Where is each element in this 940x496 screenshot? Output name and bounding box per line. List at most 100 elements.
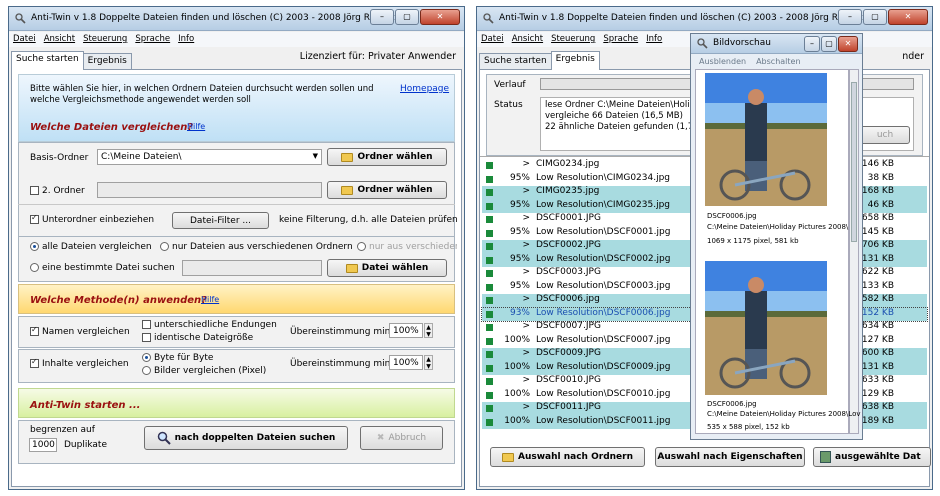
section-title-dateien: Welche Dateien vergleichen? xyxy=(30,122,194,133)
homepage-link[interactable]: Homepage xyxy=(400,84,449,94)
radio-different-folders[interactable]: nur Dateien aus verschiedenen Ordnern xyxy=(160,242,353,252)
preview-title-bar[interactable]: Bildvorschau – ▢ ✕ xyxy=(691,34,862,54)
filter-status-text: keine Filterung, d.h. alle Dateien prüfe… xyxy=(279,215,458,225)
file-name: DSCF0010.JPG xyxy=(536,375,601,385)
basis-folder-select[interactable]: C:\Meine Dateien\ ▼ xyxy=(97,149,322,165)
preview-photo-2 xyxy=(705,261,827,395)
status-marker-icon xyxy=(486,324,493,331)
tab-suche-starten[interactable]: Suche starten xyxy=(479,53,552,70)
scrollbar-thumb[interactable] xyxy=(851,82,857,242)
status-marker-icon xyxy=(486,351,493,358)
menu-ansicht[interactable]: Ansicht xyxy=(44,32,75,47)
checkbox-box xyxy=(142,333,151,342)
radio-dot xyxy=(357,242,366,251)
status-marker-icon xyxy=(486,216,493,223)
maximize-button[interactable]: ▢ xyxy=(821,36,837,52)
identical-size-checkbox[interactable]: identische Dateigröße xyxy=(142,333,253,343)
different-extensions-checkbox[interactable]: unterschiedliche Endungen xyxy=(142,320,277,330)
second-folder-input[interactable] xyxy=(97,182,322,198)
menu-steuerung[interactable]: Steuerung xyxy=(551,32,595,47)
radio-single-file[interactable]: eine bestimmte Datei suchen xyxy=(30,263,175,273)
file-filter-label: Datei-Filter ... xyxy=(190,215,251,226)
status-marker-icon xyxy=(486,283,493,291)
title-bar[interactable]: Anti-Twin v 1.8 Doppelte Dateien finden … xyxy=(477,7,932,31)
menu-datei[interactable]: Datei xyxy=(13,32,36,47)
match-percent: > xyxy=(522,375,530,385)
dropdown-arrow-icon: ▼ xyxy=(312,152,318,160)
close-button[interactable]: ✕ xyxy=(888,9,928,25)
match-percent-names[interactable]: 100% xyxy=(389,323,423,338)
file-name: Low Resolution\DSCF0009.jpg xyxy=(536,361,671,372)
folder-icon xyxy=(345,263,358,273)
menu-steuerung[interactable]: Steuerung xyxy=(83,32,127,47)
radio-byte[interactable]: Byte für Byte xyxy=(142,353,213,363)
compare-names-checkbox[interactable]: Namen vergleichen xyxy=(30,325,130,337)
tab-suche-starten[interactable]: Suche starten xyxy=(11,51,84,70)
close-button[interactable]: ✕ xyxy=(420,9,460,25)
limit-input[interactable]: 1000 xyxy=(29,438,57,452)
menu-ausblenden[interactable]: Ausblenden xyxy=(699,55,746,68)
match-label-content: Übereinstimmung min. xyxy=(290,359,394,369)
single-file-input[interactable] xyxy=(182,260,322,276)
choose-folder-button[interactable]: Ordner wählen xyxy=(327,148,447,166)
menu-info[interactable]: Info xyxy=(646,32,662,47)
status-marker-icon xyxy=(486,337,493,345)
file-name: Low Resolution\CIMG0234.jpg xyxy=(536,172,671,183)
abort-label: Abbruch xyxy=(388,433,427,443)
close-button[interactable]: ✕ xyxy=(838,36,858,52)
preview-scrollbar[interactable] xyxy=(849,69,859,434)
folder-icon xyxy=(502,452,514,462)
radio-dot xyxy=(142,366,151,375)
title-bar[interactable]: Anti-Twin v 1.8 Doppelte Dateien finden … xyxy=(9,7,464,31)
minimize-button[interactable]: – xyxy=(838,9,862,25)
tab-ergebnis[interactable]: Ergebnis xyxy=(82,53,132,70)
checkbox-box xyxy=(30,357,39,368)
menu-info[interactable]: Info xyxy=(178,32,194,47)
select-by-properties-button[interactable]: Auswahl nach Eigenschaften xyxy=(655,447,805,467)
radio-all-files[interactable]: alle Dateien vergleichen xyxy=(30,242,152,252)
menu-sprache[interactable]: Sprache xyxy=(135,32,170,47)
file-name: DSCF0001.JPG xyxy=(536,213,601,223)
tab-ergebnis[interactable]: Ergebnis xyxy=(550,51,600,70)
help-link-dateien[interactable]: Hilfe xyxy=(187,122,205,131)
status-marker-icon xyxy=(486,202,493,210)
minimize-button[interactable]: – xyxy=(804,36,820,52)
compare-content-checkbox[interactable]: Inhalte vergleichen xyxy=(30,357,129,369)
menu-datei[interactable]: Datei xyxy=(481,32,504,47)
menu-sprache[interactable]: Sprache xyxy=(603,32,638,47)
basis-folder-value: C:\Meine Dateien\ xyxy=(101,152,182,162)
select-by-folder-button[interactable]: Auswahl nach Ordnern xyxy=(490,447,645,467)
status-marker-icon xyxy=(486,391,493,399)
main-window-search: Anti-Twin v 1.8 Doppelte Dateien finden … xyxy=(8,6,465,490)
minimize-button[interactable]: – xyxy=(370,9,394,25)
image-preview-window: Bildvorschau – ▢ ✕ Ausblenden Abschalten… xyxy=(690,33,863,440)
maximize-button[interactable]: ▢ xyxy=(863,9,887,25)
match-percent: > xyxy=(522,402,530,412)
preview-1-info: 1069 x 1175 pixel, 581 kb xyxy=(707,237,799,245)
radio-pixel[interactable]: Bilder vergleichen (Pixel) xyxy=(142,366,266,376)
menu-ansicht[interactable]: Ansicht xyxy=(512,32,543,47)
section-title-methode: Welche Methode(n) anwenden? xyxy=(30,295,207,306)
search-duplicates-button[interactable]: nach doppelten Dateien suchen xyxy=(144,426,348,450)
file-name: Low Resolution\DSCF0011.jpg xyxy=(536,415,671,426)
preview-1-name: DSCF0006.jpg xyxy=(707,212,757,220)
delete-selected-button[interactable]: ausgewählte Dat xyxy=(813,447,931,467)
subfolders-label: Unterordner einbeziehen xyxy=(42,215,155,225)
help-link-methode[interactable]: Hilfe xyxy=(201,295,219,304)
file-name: DSCF0007.JPG xyxy=(536,321,601,331)
match-percent: > xyxy=(522,321,530,331)
second-folder-checkbox[interactable]: 2. Ordner xyxy=(30,186,85,196)
radio-dot xyxy=(30,263,39,272)
different-extensions-label: unterschiedliche Endungen xyxy=(154,320,277,330)
choose-file-button[interactable]: Datei wählen xyxy=(327,259,447,277)
stepper-content[interactable]: ▲ ▼ xyxy=(424,355,433,370)
maximize-button[interactable]: ▢ xyxy=(395,9,419,25)
menu-abschalten[interactable]: Abschalten xyxy=(756,55,800,68)
preview-2-name: DSCF0006.jpg xyxy=(707,400,757,408)
subfolders-checkbox[interactable]: Unterordner einbeziehen xyxy=(30,213,155,225)
match-percent-content[interactable]: 100% xyxy=(389,355,423,370)
choose-second-folder-button[interactable]: Ordner wählen xyxy=(327,181,447,199)
file-filter-button[interactable]: Datei-Filter ... xyxy=(172,212,269,229)
stepper-names[interactable]: ▲ ▼ xyxy=(424,323,433,338)
match-percent: > xyxy=(522,348,530,358)
